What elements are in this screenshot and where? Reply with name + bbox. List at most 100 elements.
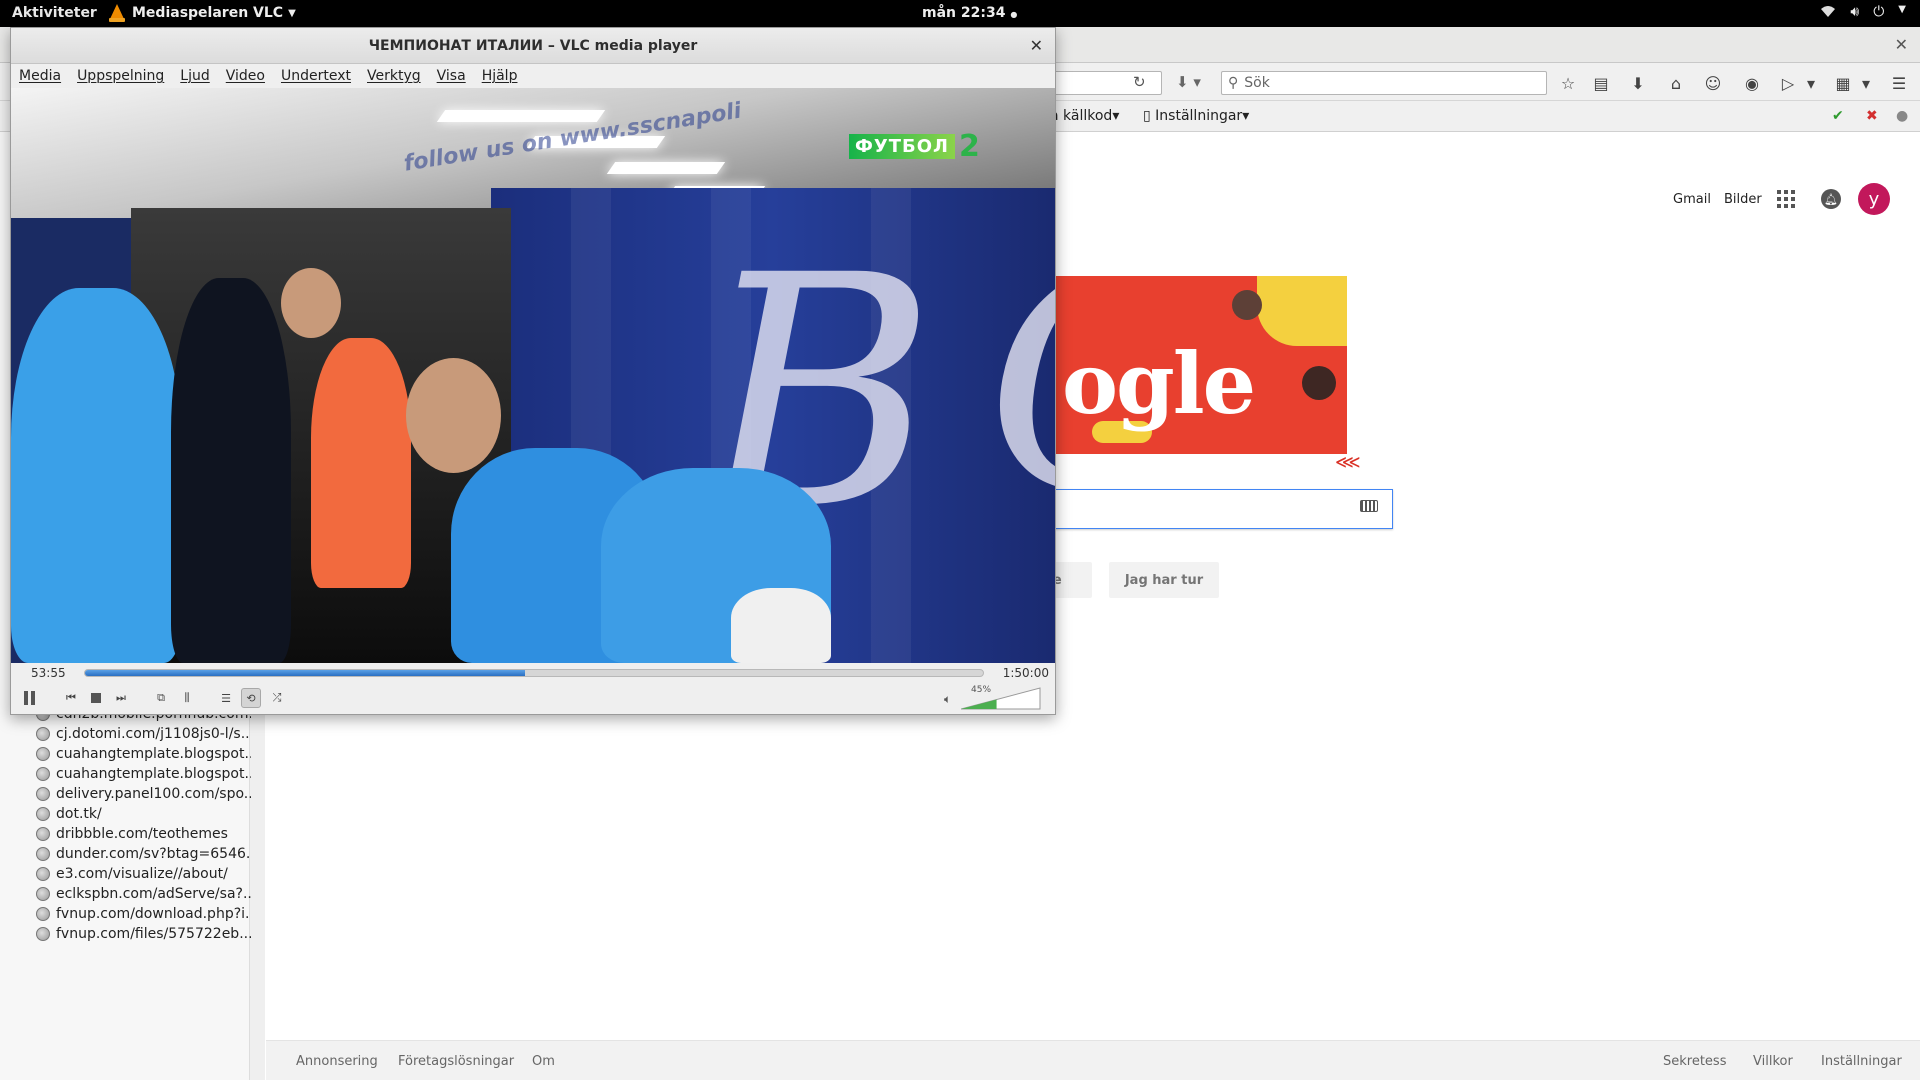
home-icon[interactable]: ⌂: [1663, 70, 1689, 96]
avatar[interactable]: y: [1858, 183, 1890, 215]
bookmark-star-icon[interactable]: ☆: [1555, 70, 1581, 96]
menu-help[interactable]: Hjälp: [482, 68, 518, 84]
history-item[interactable]: eclkspbn.com/adServe/sa?...: [36, 884, 251, 904]
history-item[interactable]: delivery.panel100.com/spo...: [36, 784, 251, 804]
hamburger-menu-icon[interactable]: ☰: [1886, 70, 1912, 96]
extension-circle-icon[interactable]: ◉: [1739, 70, 1765, 96]
chevron-down-icon: ▾: [1112, 108, 1120, 124]
skip-back-icon: ⏮: [66, 691, 76, 704]
menu-audio[interactable]: Ljud: [180, 68, 209, 84]
shuffle-button[interactable]: ⤮: [267, 688, 287, 708]
globe-icon: [36, 807, 50, 821]
footer-link[interactable]: Om: [532, 1054, 555, 1069]
system-tray[interactable]: 🔊︎ ⏻ ▼: [1820, 4, 1906, 22]
check-icon[interactable]: ✔: [1832, 108, 1844, 124]
history-item[interactable]: dribbble.com/teothemes: [36, 824, 251, 844]
history-item-label: fvnup.com/files/575722eb...: [56, 926, 251, 942]
elapsed-time[interactable]: 53:55: [31, 666, 66, 680]
search-placeholder: Sök: [1244, 75, 1270, 91]
apps-grid-icon[interactable]: [1777, 190, 1795, 208]
loop-icon: ⟲: [246, 691, 256, 705]
reading-list-icon[interactable]: ▤: [1588, 70, 1614, 96]
stop-icon[interactable]: ✖: [1866, 108, 1878, 124]
activities-button[interactable]: Aktiviteter: [12, 5, 97, 21]
history-item[interactable]: e3.com/visualize//about/: [36, 864, 251, 884]
volume-slider[interactable]: 45%: [961, 685, 1041, 710]
menu-video[interactable]: Video: [226, 68, 265, 84]
history-item-label: cuahangtemplate.blogspot....: [56, 766, 251, 782]
close-icon[interactable]: ✕: [1895, 35, 1908, 54]
total-time[interactable]: 1:50:00: [1003, 666, 1049, 680]
bookmark-item[interactable]: ▯ Inställningar▾: [1143, 108, 1249, 124]
loop-button[interactable]: ⟲: [241, 688, 261, 708]
history-item[interactable]: cuahangtemplate.blogspot....: [36, 764, 251, 784]
clock-label: mån 22:34: [922, 5, 1006, 21]
menu-subtitle[interactable]: Undertext: [281, 68, 351, 84]
close-icon[interactable]: ✕: [1030, 36, 1043, 55]
status-circle-icon[interactable]: ●: [1896, 108, 1908, 124]
images-link[interactable]: Bilder: [1724, 192, 1762, 207]
fullscreen-button[interactable]: ⧉: [151, 688, 171, 708]
gmail-link[interactable]: Gmail: [1673, 192, 1711, 207]
globe-icon: [36, 727, 50, 741]
menu-playback[interactable]: Uppspelning: [77, 68, 164, 84]
menu-tools[interactable]: Verktyg: [367, 68, 421, 84]
download-arrow-icon[interactable]: ⬇ ▾: [1176, 73, 1201, 91]
gnome-top-bar: Aktiviteter Mediaspelaren VLC ▼ mån 22:3…: [0, 0, 1920, 27]
footer-link[interactable]: Inställningar: [1821, 1054, 1902, 1069]
google-doodle[interactable]: ogle: [1052, 276, 1347, 454]
chat-icon[interactable]: ☺: [1700, 70, 1726, 96]
history-item[interactable]: fvnup.com/files/575722eb...: [36, 924, 251, 944]
chevron-down-icon[interactable]: ▾: [1798, 70, 1824, 96]
google-search-input[interactable]: [1000, 489, 1393, 529]
history-item[interactable]: cuahangtemplate.blogspot....: [36, 744, 251, 764]
stop-button[interactable]: [86, 688, 106, 708]
seek-slider[interactable]: [84, 669, 984, 677]
keyboard-icon[interactable]: [1360, 500, 1378, 512]
share-icon[interactable]: ⋘: [1335, 452, 1361, 473]
feeling-lucky-button[interactable]: Jag har tur: [1109, 562, 1219, 598]
app-menu[interactable]: Mediaspelaren VLC ▼: [108, 4, 296, 22]
footer-link[interactable]: Villkor: [1753, 1054, 1793, 1069]
pause-button[interactable]: [19, 688, 39, 708]
download-icon[interactable]: ⬇: [1625, 70, 1651, 96]
extended-settings-button[interactable]: ⫼: [177, 688, 197, 708]
pause-icon: [23, 691, 35, 705]
page-icon: ▯: [1143, 108, 1151, 124]
next-button[interactable]: ⏭: [111, 688, 131, 708]
bookmark-item[interactable]: a källkod▾: [1050, 108, 1119, 124]
mute-button[interactable]: 🔈︎: [944, 692, 951, 707]
equalizer-icon: ⫼: [184, 691, 190, 704]
vlc-titlebar[interactable]: ЧЕМПИОНАТ ИТАЛИИ – VLC media player ✕: [11, 28, 1055, 64]
window-title: ЧЕМПИОНАТ ИТАЛИИ – VLC media player: [368, 37, 698, 54]
power-icon: ⏻: [1873, 4, 1885, 20]
reload-icon[interactable]: ↻: [1133, 73, 1146, 91]
stop-icon: [91, 693, 101, 703]
history-item[interactable]: cj.dotomi.com/j1108js0-l/s...: [36, 724, 251, 744]
clock[interactable]: mån 22:34 ●: [922, 5, 1017, 21]
seek-progress: [85, 670, 526, 676]
search-input[interactable]: ⚲ Sök: [1221, 71, 1547, 95]
previous-button[interactable]: ⏮: [61, 688, 81, 708]
globe-icon: [36, 787, 50, 801]
video-frame[interactable]: follow us on www.sscnapoli B C ФУТБОЛ 2: [11, 88, 1055, 663]
history-item-label: cj.dotomi.com/j1108js0-l/s...: [56, 726, 251, 742]
notifications-bell-icon[interactable]: 🔔︎: [1821, 189, 1841, 209]
history-item[interactable]: dunder.com/sv?btag=6546...: [36, 844, 251, 864]
footer-link[interactable]: Annonsering: [296, 1054, 378, 1069]
menu-media[interactable]: Media: [19, 68, 61, 84]
history-item[interactable]: dot.tk/: [36, 804, 251, 824]
channel-logo: ФУТБОЛ 2: [849, 129, 995, 164]
menu-view[interactable]: Visa: [437, 68, 466, 84]
globe-icon: [36, 867, 50, 881]
playlist-button[interactable]: ☰: [216, 688, 236, 708]
footer-link[interactable]: Sekretess: [1663, 1054, 1726, 1069]
history-item[interactable]: fvnup.com/download.php?i...: [36, 904, 251, 924]
history-item-label: cuahangtemplate.blogspot....: [56, 746, 251, 762]
chevron-down-icon[interactable]: ▾: [1853, 70, 1879, 96]
globe-icon: [36, 907, 50, 921]
search-icon: ⚲: [1228, 75, 1239, 91]
volume-icon: 🔊︎: [1850, 4, 1860, 20]
footer-link[interactable]: Företagslösningar: [398, 1054, 514, 1069]
wifi-icon: [1820, 4, 1836, 22]
